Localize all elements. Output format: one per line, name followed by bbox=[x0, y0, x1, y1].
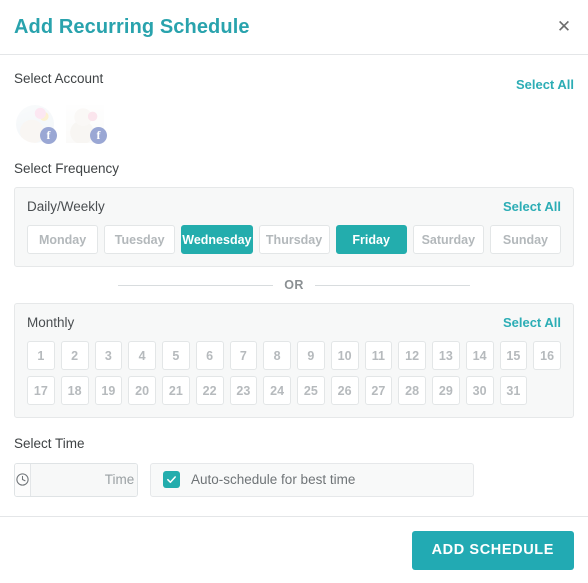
month-day-button[interactable]: 5 bbox=[162, 341, 190, 371]
divider-line-right bbox=[314, 284, 470, 286]
monthly-panel-header: Monthly Select All bbox=[27, 315, 561, 330]
month-day-button[interactable]: 13 bbox=[432, 341, 460, 371]
month-day-button[interactable]: 3 bbox=[94, 341, 123, 371]
page-title: Add Recurring Schedule bbox=[14, 16, 250, 38]
modal-header: Add Recurring Schedule ✕ bbox=[0, 0, 588, 55]
weekday-button-monday[interactable]: Monday bbox=[27, 225, 99, 255]
month-day-button[interactable]: 15 bbox=[499, 341, 528, 371]
weekday-button-friday[interactable]: Friday bbox=[335, 225, 407, 255]
month-day-button[interactable]: 16 bbox=[533, 341, 561, 371]
month-day-button[interactable]: 29 bbox=[432, 376, 460, 406]
account-avatar-2[interactable]: f bbox=[66, 105, 107, 145]
month-day-button[interactable]: 4 bbox=[128, 341, 156, 371]
auto-schedule-checkbox[interactable] bbox=[163, 471, 180, 489]
account-avatar-1[interactable]: f bbox=[16, 105, 57, 145]
weekday-button-wednesday[interactable]: Wednesday bbox=[181, 225, 253, 255]
month-day-button[interactable]: 1 bbox=[27, 341, 55, 371]
month-day-button[interactable]: 23 bbox=[229, 376, 258, 406]
modal-body: Select Account Select All f f Select Fre… bbox=[0, 55, 588, 497]
month-day-button[interactable]: 26 bbox=[330, 376, 359, 406]
month-day-button[interactable]: 21 bbox=[162, 376, 190, 406]
month-day-button[interactable]: 8 bbox=[263, 341, 291, 371]
monthly-panel-title: Monthly bbox=[27, 315, 75, 331]
clock-icon bbox=[15, 463, 31, 496]
month-day-grid: 1 2 3 4 5 6 7 8 9 10 11 12 13 14 15 16 17 18 19 20 21 22 23 24 2… bbox=[27, 341, 561, 406]
month-day-button[interactable]: 7 bbox=[229, 341, 258, 371]
month-day-button[interactable]: 9 bbox=[297, 341, 325, 371]
time-row: Auto-schedule for best time bbox=[14, 462, 574, 497]
select-all-weekly-link[interactable]: Select All bbox=[503, 199, 561, 214]
month-day-button[interactable]: 25 bbox=[297, 376, 325, 406]
weekday-button-tuesday[interactable]: Tuesday bbox=[104, 225, 176, 255]
month-day-button[interactable]: 24 bbox=[263, 376, 291, 406]
month-day-button[interactable]: 30 bbox=[465, 376, 494, 406]
month-day-button[interactable]: 6 bbox=[195, 341, 224, 371]
account-list: f f bbox=[14, 105, 574, 145]
weekday-button-saturday[interactable]: Saturday bbox=[412, 225, 484, 255]
time-section: Select Time Auto-schedule for best t bbox=[14, 436, 574, 497]
month-day-button[interactable]: 19 bbox=[94, 376, 123, 406]
month-day-button[interactable]: 31 bbox=[499, 376, 528, 406]
month-day-button[interactable]: 22 bbox=[195, 376, 224, 406]
time-input-group[interactable] bbox=[14, 462, 138, 497]
month-day-button[interactable]: 2 bbox=[60, 341, 89, 371]
modal-footer: ADD SCHEDULE bbox=[0, 516, 588, 583]
select-frequency-label: Select Frequency bbox=[14, 161, 120, 177]
month-day-button[interactable]: 17 bbox=[27, 376, 55, 406]
or-label: OR bbox=[284, 278, 304, 293]
or-divider: OR bbox=[14, 278, 574, 292]
month-day-button[interactable]: 28 bbox=[398, 376, 426, 406]
facebook-icon: f bbox=[90, 127, 107, 145]
weekly-panel-header: Daily/Weekly Select All bbox=[27, 199, 561, 214]
month-day-button[interactable]: 14 bbox=[465, 341, 494, 371]
weekday-button-group: Monday Tuesday Wednesday Thursday Friday… bbox=[27, 225, 561, 255]
month-day-button[interactable]: 12 bbox=[398, 341, 426, 371]
month-day-button[interactable]: 27 bbox=[364, 376, 393, 406]
select-all-accounts-link[interactable]: Select All bbox=[516, 77, 574, 92]
auto-schedule-label: Auto-schedule for best time bbox=[191, 472, 356, 488]
month-day-button[interactable]: 10 bbox=[330, 341, 359, 371]
weekday-button-thursday[interactable]: Thursday bbox=[258, 225, 330, 255]
month-day-button[interactable]: 11 bbox=[364, 341, 393, 371]
select-time-label: Select Time bbox=[14, 436, 85, 452]
time-input[interactable] bbox=[31, 463, 137, 496]
weekly-panel: Daily/Weekly Select All Monday Tuesday W… bbox=[14, 187, 574, 268]
select-account-label: Select Account bbox=[14, 71, 104, 86]
month-day-button[interactable]: 18 bbox=[60, 376, 89, 406]
month-day-button[interactable]: 20 bbox=[128, 376, 156, 406]
select-account-header: Select Account Select All bbox=[14, 71, 574, 97]
auto-schedule-option[interactable]: Auto-schedule for best time bbox=[150, 462, 474, 497]
close-icon[interactable]: ✕ bbox=[554, 17, 574, 37]
facebook-icon: f bbox=[40, 127, 57, 145]
divider-line-left bbox=[118, 284, 274, 286]
weekly-panel-title: Daily/Weekly bbox=[27, 199, 105, 215]
add-schedule-button[interactable]: ADD SCHEDULE bbox=[411, 530, 574, 570]
monthly-panel: Monthly Select All 1 2 3 4 5 6 7 8 9 10 11 12 13 14 15… bbox=[14, 303, 574, 419]
select-all-monthly-link[interactable]: Select All bbox=[503, 315, 561, 330]
weekday-button-sunday[interactable]: Sunday bbox=[489, 225, 561, 255]
